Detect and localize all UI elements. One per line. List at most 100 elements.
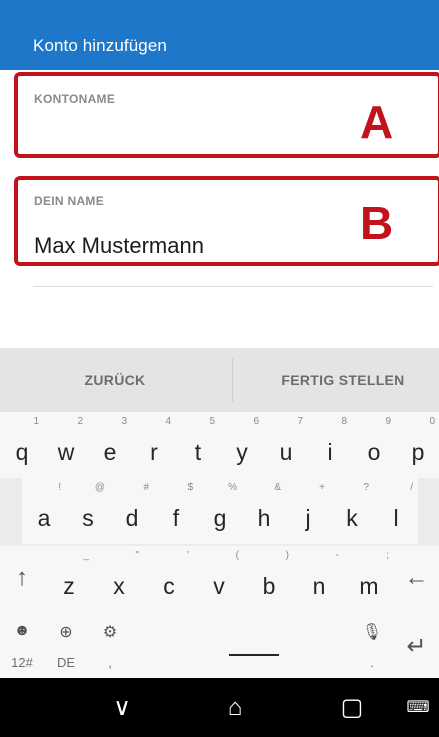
shift-key[interactable]: ↑ (0, 546, 44, 612)
language-key[interactable]: ⊕ DE (44, 612, 88, 678)
key-hint: 7 (297, 416, 303, 427)
key-label: f (172, 505, 180, 531)
enter-key[interactable]: ↵ (394, 612, 439, 678)
key-v[interactable]: (v (194, 546, 244, 612)
key-label: v (213, 573, 225, 599)
key-i[interactable]: 8i (308, 412, 352, 478)
globe-icon: ⊕ (59, 624, 73, 641)
backspace-icon: ← (404, 564, 429, 591)
key-label: l (393, 505, 399, 531)
key-n[interactable]: -n (294, 546, 344, 612)
key-c[interactable]: ' c (144, 546, 194, 612)
key-q[interactable]: 1q (0, 412, 44, 478)
key-hint: ; (386, 550, 389, 561)
key-hint: & (274, 482, 281, 493)
key-label: d (125, 505, 139, 531)
key-h[interactable]: & h (242, 478, 286, 544)
key-o[interactable]: 9o (352, 412, 396, 478)
key-hint: % (228, 482, 237, 493)
key-hint: ' (187, 550, 189, 561)
key-label: s (82, 505, 94, 531)
input-underline (33, 286, 433, 287)
emoji-icon: ☻ (13, 622, 31, 639)
key-r[interactable]: 4r (132, 412, 176, 478)
key-label: h (257, 505, 271, 531)
backspace-key[interactable]: ← (394, 546, 439, 612)
key-label: m (359, 573, 379, 599)
key-label: k (346, 505, 358, 531)
key-g[interactable]: % g (198, 478, 242, 544)
key-hint: 8 (341, 416, 347, 427)
key-hint: @ (94, 482, 105, 493)
key-t[interactable]: 5t (176, 412, 220, 478)
period-key-label: . (370, 655, 374, 670)
keyboard-keys: ☻ 12# ⊕ DE ⚙ , 🎙 . ↵ ↑ ← 1q2w3e4r5t6y7u8… (0, 412, 439, 678)
recents-nav-icon[interactable]: ▢ (322, 678, 382, 737)
key-label: u (279, 439, 293, 465)
key-l[interactable]: / l (374, 478, 418, 544)
mic-period-key[interactable]: 🎙 . (350, 612, 394, 678)
key-hint: 4 (165, 416, 171, 427)
key-label: n (312, 573, 326, 599)
key-u[interactable]: 7u (264, 412, 308, 478)
key-hint: + (319, 482, 325, 493)
key-label: i (327, 439, 333, 465)
key-hint: - (335, 550, 339, 561)
keyboard-action-row: ZURÜCK FERTIG STELLEN (0, 348, 439, 412)
key-y[interactable]: 6y (220, 412, 264, 478)
key-label: r (150, 439, 158, 465)
home-nav-icon[interactable]: ⌂ (205, 678, 265, 737)
key-hint: 3 (121, 416, 127, 427)
key-k[interactable]: ? k (330, 478, 374, 544)
language-key-label: DE (56, 655, 76, 670)
key-f[interactable]: $ f (154, 478, 198, 544)
soft-keyboard: ZURÜCK FERTIG STELLEN ☻ 12# ⊕ DE ⚙ , 🎙 .… (0, 348, 439, 678)
key-hint: / (410, 482, 413, 493)
key-e[interactable]: 3e (88, 412, 132, 478)
key-j[interactable]: + j (286, 478, 330, 544)
keyboard-switch-icon[interactable]: ⌨ (398, 678, 438, 737)
key-a[interactable]: ! a (22, 478, 66, 544)
key-label: z (63, 573, 75, 599)
key-hint: ! (58, 482, 61, 493)
key-label: p (411, 439, 425, 465)
key-w[interactable]: 2w (44, 412, 88, 478)
key-b[interactable]: ) b (244, 546, 294, 612)
key-s[interactable]: @ s (66, 478, 110, 544)
key-hint: $ (187, 482, 193, 493)
mode-key[interactable]: ☻ 12# (0, 612, 44, 678)
key-d[interactable]: # d (110, 478, 154, 544)
key-label: q (15, 439, 29, 465)
key-label: o (367, 439, 381, 465)
shift-icon: ↑ (16, 564, 28, 591)
space-key[interactable] (132, 612, 350, 678)
key-label: y (236, 439, 248, 465)
key-z[interactable]: _ z (44, 546, 94, 612)
key-label: x (113, 573, 125, 599)
key-hint: ( (235, 550, 239, 561)
return-icon: ↵ (406, 633, 427, 660)
annotation-marker-a: A (360, 96, 394, 148)
key-x[interactable]: " x (94, 546, 144, 612)
page-title: Konto hinzufügen (33, 36, 167, 55)
key-label: a (37, 505, 51, 531)
key-label: b (262, 573, 276, 599)
key-hint: 2 (77, 416, 83, 427)
gear-icon: ⚙ (102, 624, 118, 641)
key-hint: 0 (429, 416, 435, 427)
key-m[interactable]: ; m (344, 546, 394, 612)
app-bar: Konto hinzufügen (0, 0, 439, 70)
key-hint: 6 (253, 416, 259, 427)
back-nav-icon[interactable]: ∨ (92, 678, 152, 737)
space-bar-glyph (229, 654, 279, 656)
back-button[interactable]: ZURÜCK (50, 348, 180, 412)
key-hint: 1 (33, 416, 39, 427)
navigation-bar: ∨ ⌂ ▢ ⌨ (0, 678, 439, 737)
key-hint: # (143, 482, 149, 493)
key-hint: 5 (209, 416, 215, 427)
key-p[interactable]: 0p (396, 412, 439, 478)
key-hint: ) (285, 550, 289, 561)
key-hint: _ (83, 550, 89, 561)
settings-comma-key[interactable]: ⚙ , (88, 612, 132, 678)
done-button[interactable]: FERTIG STELLEN (262, 348, 424, 412)
